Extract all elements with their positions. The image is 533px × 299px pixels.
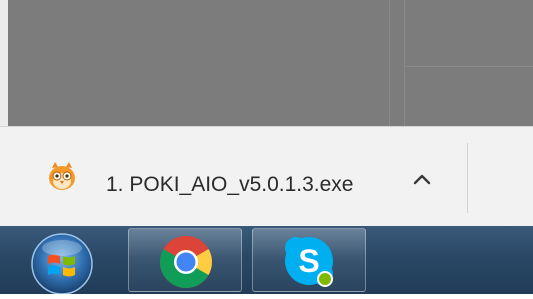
download-item[interactable]: 1. POKI_AIO_v5.0.1.3.exe xyxy=(36,157,444,207)
content-left-edge xyxy=(0,0,8,126)
taskbar-app-chrome[interactable] xyxy=(128,228,242,292)
shelf-divider xyxy=(467,143,468,213)
panel-divider xyxy=(404,0,405,126)
svg-text:S: S xyxy=(298,243,319,279)
chevron-up-icon[interactable] xyxy=(408,165,436,193)
taskbar-app-skype[interactable]: S xyxy=(252,228,366,292)
windows-start-orb-icon[interactable] xyxy=(14,228,104,295)
owl-app-icon xyxy=(44,159,80,195)
panel-divider xyxy=(389,0,390,126)
page-content-area xyxy=(0,0,533,126)
download-shelf: 1. POKI_AIO_v5.0.1.3.exe xyxy=(0,126,533,226)
taskbar: S xyxy=(0,226,533,295)
panel-divider xyxy=(405,66,533,67)
skype-icon: S xyxy=(285,237,333,287)
download-filename: 1. POKI_AIO_v5.0.1.3.exe xyxy=(106,173,354,196)
chrome-icon xyxy=(160,236,212,288)
